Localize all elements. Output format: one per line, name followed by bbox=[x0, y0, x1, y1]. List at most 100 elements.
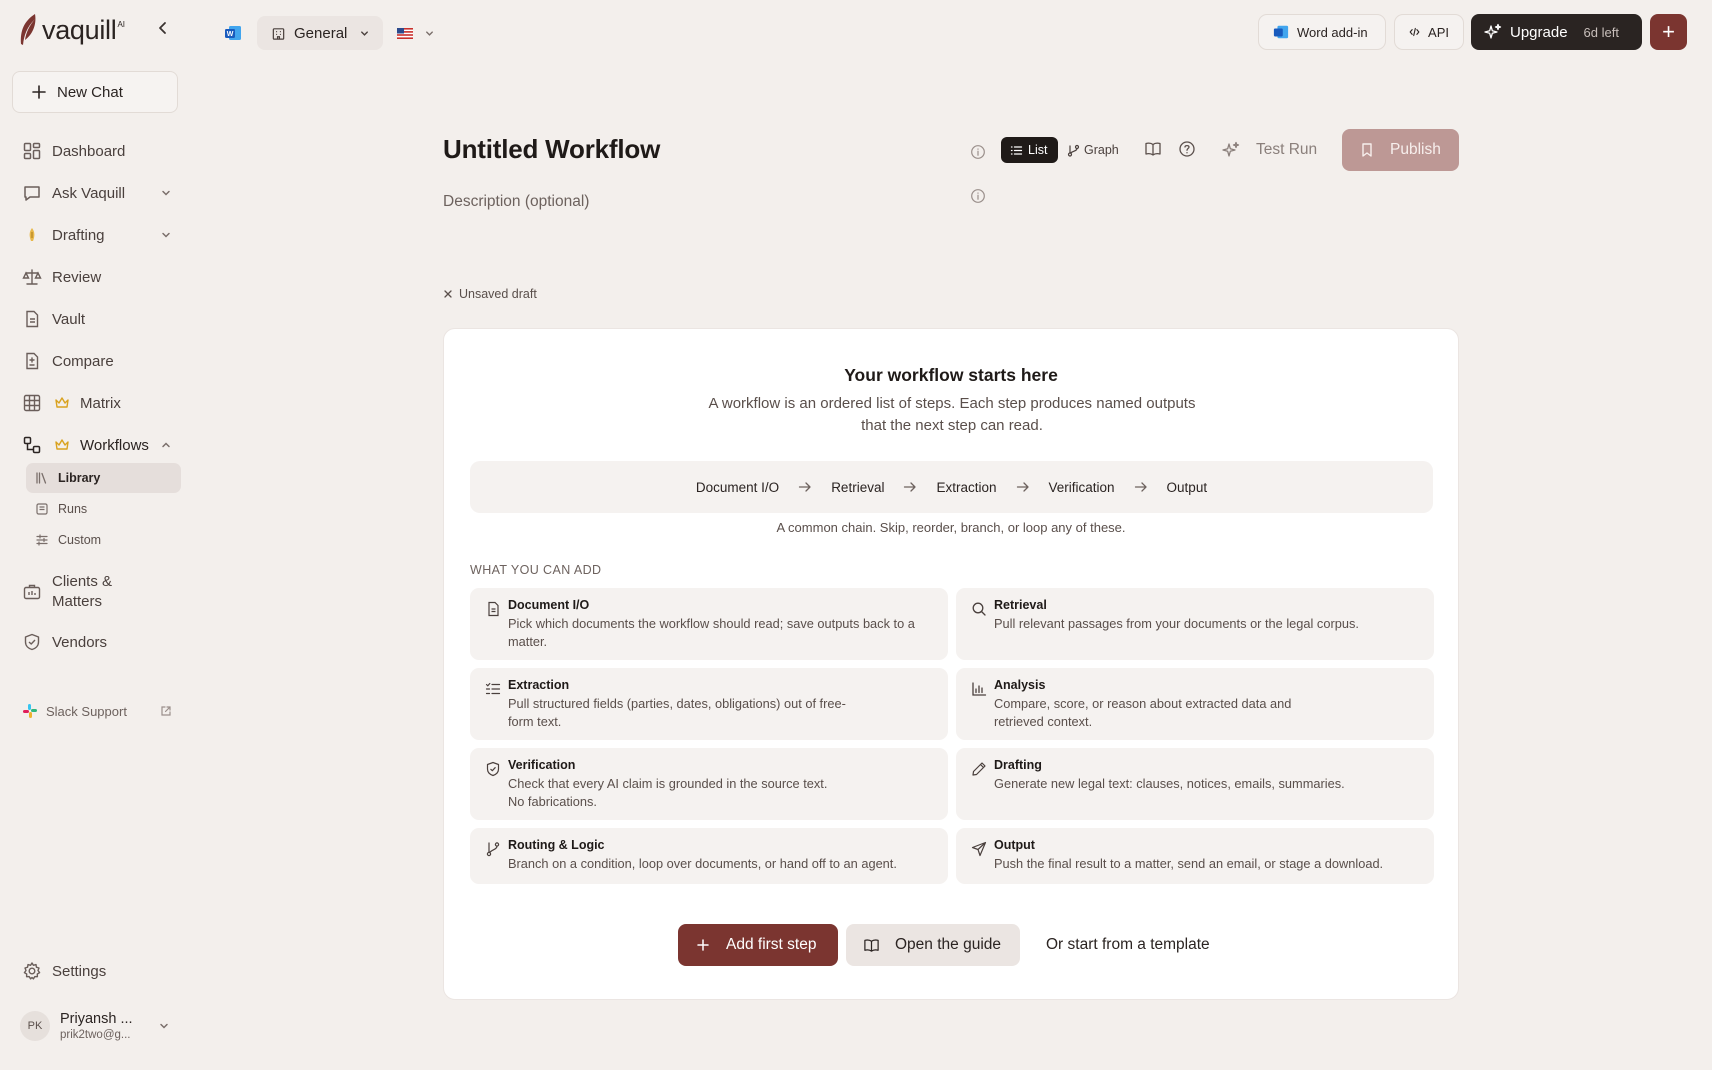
step-type-routing-logic[interactable]: Routing & Logic Branch on a condition, l… bbox=[470, 828, 948, 884]
gear-icon bbox=[23, 962, 41, 980]
publish-label: Publish bbox=[1390, 141, 1441, 158]
workspace-selector[interactable]: General bbox=[257, 16, 383, 50]
file-diff-icon bbox=[26, 352, 39, 370]
api-label: API bbox=[1428, 24, 1449, 40]
sidebar-item-vault[interactable]: Vault bbox=[22, 303, 172, 335]
step-chain: Document I/O Retrieval Extraction Verifi… bbox=[470, 461, 1433, 513]
help-icon[interactable] bbox=[1178, 140, 1196, 158]
step-type-analysis[interactable]: Analysis Compare, score, or reason about… bbox=[956, 668, 1434, 740]
step-type-retrieval[interactable]: Retrieval Pull relevant passages from yo… bbox=[956, 588, 1434, 660]
workflow-description-input[interactable]: Description (optional) bbox=[443, 193, 589, 211]
scroll-icon bbox=[36, 503, 48, 515]
arrow-right-icon bbox=[799, 482, 811, 492]
sidebar-item-vendors[interactable]: Vendors bbox=[22, 626, 172, 658]
info-icon[interactable] bbox=[970, 144, 986, 160]
sidebar-item-drafting[interactable]: Drafting bbox=[22, 219, 172, 251]
user-name: Priyansh ... bbox=[60, 1011, 133, 1027]
user-menu[interactable]: PK Priyansh ... prik2two@g... bbox=[20, 1006, 170, 1046]
tile-description: Pick which documents the workflow should… bbox=[508, 616, 915, 649]
user-email: prik2two@g... bbox=[60, 1029, 131, 1041]
word-addin-label: Word add-in bbox=[1297, 24, 1368, 40]
sidebar-subitem-custom[interactable]: Custom bbox=[26, 525, 181, 555]
branch-icon bbox=[486, 842, 500, 857]
sidebar: vaquill AI New Chat Dashboard Ask Vaquil… bbox=[0, 0, 190, 1070]
sidebar-item-dashboard[interactable]: Dashboard bbox=[22, 135, 172, 167]
view-graph-toggle[interactable]: Graph bbox=[1067, 137, 1119, 163]
new-chat-label: New Chat bbox=[57, 83, 123, 101]
sidebar-item-settings[interactable]: Settings bbox=[22, 955, 172, 987]
publish-button[interactable]: Publish bbox=[1342, 129, 1459, 171]
tile-title: Output bbox=[994, 838, 1035, 852]
tile-description: Branch on a condition, loop over documen… bbox=[508, 856, 897, 871]
test-run-button[interactable]: Test Run bbox=[1222, 137, 1317, 163]
git-branch-icon bbox=[1067, 144, 1080, 157]
tile-description: Push the final result to a matter, send … bbox=[994, 856, 1384, 871]
section-label: WHAT YOU CAN ADD bbox=[470, 563, 602, 577]
trial-days-left: 6d left bbox=[1583, 24, 1619, 40]
info-icon[interactable] bbox=[970, 188, 986, 204]
step-type-extraction[interactable]: Extraction Pull structured fields (parti… bbox=[470, 668, 948, 740]
step-type-document-io[interactable]: Document I/O Pick which documents the wo… bbox=[470, 588, 948, 660]
workflow-title[interactable]: Untitled Workflow bbox=[443, 134, 660, 165]
sidebar-item-ask-vaquill[interactable]: Ask Vaquill bbox=[22, 177, 172, 209]
tile-description: Compare, score, or reason about extracte… bbox=[994, 696, 1292, 729]
book-icon[interactable] bbox=[1144, 140, 1162, 158]
bar-chart-icon bbox=[972, 682, 987, 696]
word-icon[interactable]: W bbox=[224, 24, 242, 42]
sidebar-item-label: Workflows bbox=[80, 436, 149, 454]
collapse-sidebar-button[interactable] bbox=[156, 20, 170, 36]
sidebar-item-label: Vault bbox=[52, 310, 86, 328]
tile-description: Check that every AI claim is grounded in… bbox=[508, 776, 828, 809]
sidebar-item-label: Review bbox=[52, 268, 102, 286]
sidebar-item-label: Ask Vaquill bbox=[52, 184, 126, 202]
sidebar-item-label: Compare bbox=[52, 352, 114, 370]
start-from-template-link[interactable]: Or start from a template bbox=[1034, 924, 1222, 966]
user-info: Priyansh ... prik2two@g... bbox=[60, 1011, 133, 1041]
sidebar-item-matrix[interactable]: Matrix bbox=[22, 387, 172, 419]
chain-step: Verification bbox=[1048, 479, 1115, 495]
region-selector[interactable] bbox=[397, 24, 437, 42]
sidebar-subitem-library[interactable]: Library bbox=[26, 463, 181, 493]
api-button[interactable]: API bbox=[1394, 14, 1464, 50]
code-icon bbox=[1409, 27, 1420, 37]
open-guide-button[interactable]: Open the guide bbox=[846, 924, 1020, 966]
step-type-verification[interactable]: Verification Check that every AI claim i… bbox=[470, 748, 948, 820]
file-icon bbox=[26, 310, 39, 328]
brand-logo[interactable]: vaquill AI bbox=[18, 10, 125, 50]
chevron-down-icon bbox=[162, 190, 170, 196]
tile-description: Pull structured fields (parties, dates, … bbox=[508, 696, 846, 729]
upgrade-button[interactable]: Upgrade 6d left bbox=[1471, 14, 1642, 50]
chevron-down-icon bbox=[160, 1023, 168, 1029]
sidebar-subitem-runs[interactable]: Runs bbox=[26, 494, 181, 524]
plus-button[interactable]: + bbox=[1650, 14, 1687, 50]
document-icon bbox=[488, 601, 499, 617]
add-first-step-label: Add first step bbox=[726, 936, 817, 953]
library-icon bbox=[36, 472, 47, 484]
unsaved-draft-status[interactable]: Unsaved draft bbox=[443, 287, 537, 301]
arrow-right-icon bbox=[1016, 482, 1029, 492]
step-type-drafting[interactable]: Drafting Generate new legal text: clause… bbox=[956, 748, 1434, 820]
sidebar-item-review[interactable]: Review bbox=[22, 261, 172, 293]
card-title: Your workflow starts here bbox=[844, 365, 1058, 385]
slack-support-label: Slack Support bbox=[46, 703, 127, 719]
tile-title: Document I/O bbox=[508, 598, 590, 612]
tile-title: Analysis bbox=[994, 678, 1046, 692]
list-icon bbox=[1010, 145, 1023, 155]
sidebar-item-workflows[interactable]: Workflows bbox=[22, 429, 172, 461]
grid-icon bbox=[23, 394, 41, 412]
slack-support-link[interactable]: Slack Support bbox=[22, 700, 172, 722]
slack-icon bbox=[23, 704, 37, 718]
view-list-toggle[interactable]: List bbox=[1001, 137, 1058, 163]
tile-title: Verification bbox=[508, 758, 576, 772]
scales-icon bbox=[22, 269, 42, 285]
card-subtitle: A workflow is an ordered list of steps. … bbox=[708, 395, 1196, 434]
chat-icon bbox=[24, 186, 40, 201]
step-type-output[interactable]: Output Push the final result to a matter… bbox=[956, 828, 1434, 884]
brand-ai-badge: AI bbox=[117, 20, 126, 29]
sidebar-item-clients-matters[interactable]: Clients & Matters bbox=[22, 570, 172, 614]
word-addin-button[interactable]: Word add-in bbox=[1258, 14, 1386, 50]
add-first-step-button[interactable]: Add first step bbox=[678, 924, 838, 966]
sidebar-item-compare[interactable]: Compare bbox=[22, 345, 172, 377]
sidebar-subitem-label: Custom bbox=[58, 533, 102, 547]
new-chat-button[interactable]: New Chat bbox=[12, 71, 178, 113]
